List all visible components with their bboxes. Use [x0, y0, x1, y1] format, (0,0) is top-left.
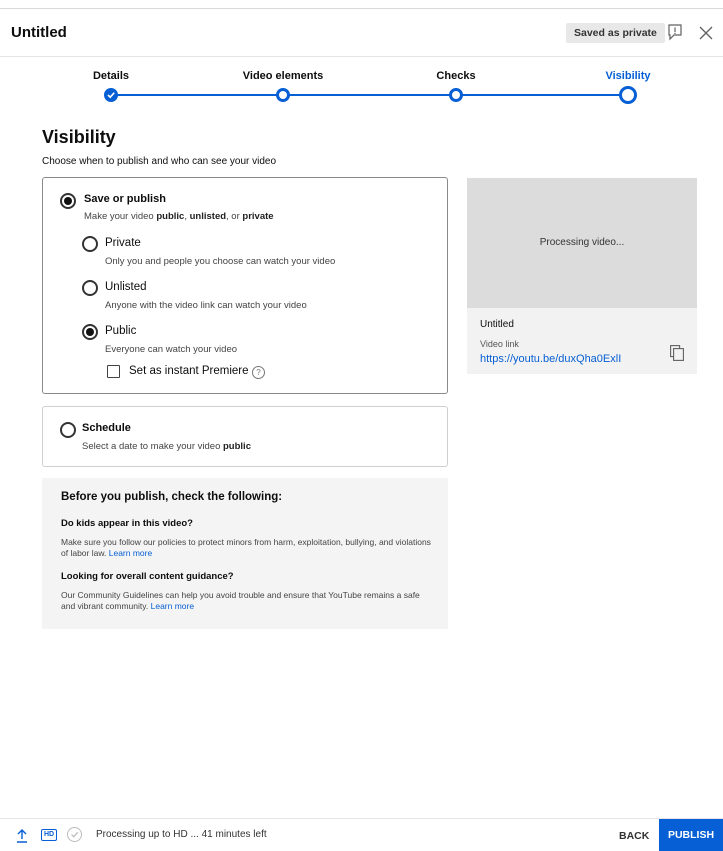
step-video-elements-dot[interactable]: [276, 88, 290, 102]
step-details-label[interactable]: Details: [93, 70, 129, 82]
copy-icon[interactable]: [670, 345, 684, 361]
learn-more-link[interactable]: Learn more: [109, 548, 152, 558]
schedule-card: Schedule Select a date to make your vide…: [42, 406, 448, 467]
save-or-publish-radio[interactable]: [60, 193, 76, 209]
save-or-publish-label: Save or publish: [84, 193, 166, 205]
hd-icon: HD: [41, 829, 57, 841]
preview-video-title: Untitled: [480, 319, 514, 330]
section-title: Visibility: [42, 127, 116, 147]
step-details-dot[interactable]: [104, 88, 118, 102]
stepper-track: [111, 94, 628, 96]
schedule-desc: Select a date to make your video public: [82, 441, 251, 452]
save-or-publish-card: Save or publish Make your video public, …: [42, 177, 448, 394]
save-or-publish-desc: Make your video public, unlisted, or pri…: [84, 211, 274, 222]
dialog-footer: HD Processing up to HD ... 41 minutes le…: [0, 818, 723, 851]
checkmark-icon: [71, 831, 79, 838]
unlisted-desc: Anyone with the video link can watch you…: [105, 300, 307, 311]
public-desc: Everyone can watch your video: [105, 344, 238, 355]
feedback-icon[interactable]: [666, 23, 684, 41]
step-visibility-dot[interactable]: [619, 86, 637, 104]
public-radio[interactable]: [82, 324, 98, 340]
unlisted-radio[interactable]: [82, 280, 98, 296]
processing-status: Processing up to HD ... 41 minutes left: [96, 829, 267, 840]
step-checks-label[interactable]: Checks: [436, 70, 475, 82]
video-link-label: Video link: [480, 339, 519, 349]
saved-status-badge: Saved as private: [566, 23, 665, 43]
dialog-header: Untitled Saved as private: [0, 9, 723, 57]
video-preview-panel: Processing video... Untitled Video link …: [467, 178, 697, 374]
private-radio[interactable]: [82, 236, 98, 252]
step-video-elements-label[interactable]: Video elements: [243, 70, 324, 82]
learn-more-link[interactable]: Learn more: [151, 601, 194, 611]
processing-text: Processing video...: [539, 237, 625, 248]
checklist-question-kids: Do kids appear in this video?: [61, 518, 193, 529]
back-button[interactable]: BACK: [611, 825, 657, 847]
checkmark-icon: [107, 92, 115, 99]
before-publish-checklist: Before you publish, check the following:…: [42, 478, 448, 629]
instant-premiere-checkbox[interactable]: [107, 365, 120, 378]
checklist-text-kids: Make sure you follow our policies to pro…: [61, 537, 431, 558]
checklist-title: Before you publish, check the following:: [61, 491, 283, 503]
step-checks-dot[interactable]: [449, 88, 463, 102]
checks-status-icon: [67, 827, 82, 842]
private-desc: Only you and people you choose can watch…: [105, 256, 336, 267]
progress-stepper: Details Video elements Checks Visibility: [0, 58, 723, 118]
public-label: Public: [105, 325, 137, 337]
instant-premiere-label: Set as instant Premiere: [129, 365, 249, 377]
dialog-title: Untitled: [11, 24, 67, 41]
schedule-label: Schedule: [82, 422, 131, 434]
video-link[interactable]: https://youtu.be/duxQha0ExlI: [480, 353, 621, 365]
video-thumbnail[interactable]: Processing video...: [467, 178, 697, 308]
unlisted-label: Unlisted: [105, 281, 147, 293]
checklist-text-guidance: Our Community Guidelines can help you av…: [61, 590, 420, 611]
help-icon[interactable]: ?: [252, 366, 265, 379]
close-icon[interactable]: [698, 25, 714, 41]
step-visibility-label[interactable]: Visibility: [605, 70, 650, 82]
checklist-question-guidance: Looking for overall content guidance?: [61, 571, 234, 582]
private-label: Private: [105, 237, 141, 249]
upload-icon: [17, 829, 27, 843]
publish-button[interactable]: PUBLISH: [659, 819, 723, 851]
schedule-radio[interactable]: [60, 422, 76, 438]
section-subtitle: Choose when to publish and who can see y…: [42, 156, 277, 167]
